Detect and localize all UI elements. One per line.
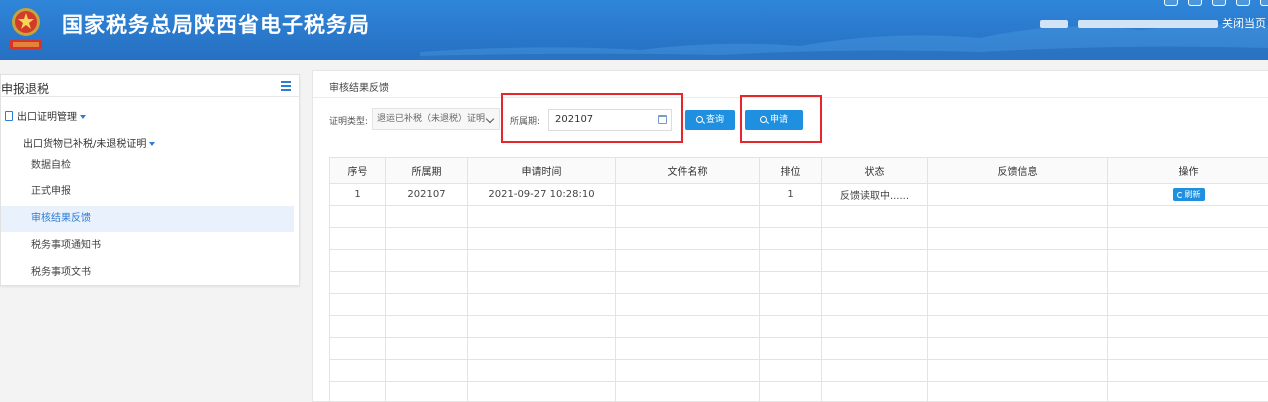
nav-subgroup-label: 出口货物已补税/未退税证明 (23, 139, 147, 150)
cert-type-value: 退运已补税（未退税）证明 (377, 114, 486, 124)
query-button[interactable]: 查询 (685, 110, 735, 130)
cell-status: 反馈读取中...... (821, 183, 928, 206)
sidebar-header: 申报退税 (1, 75, 299, 97)
search-icon (695, 116, 703, 123)
col-header-rank: 排位 (759, 157, 822, 184)
col-header-apply-time: 申请时间 (467, 157, 616, 184)
home-icon[interactable] (1164, 0, 1178, 6)
nav-group-export-cert[interactable]: 出口证明管理 (5, 108, 86, 123)
table-row-empty (329, 227, 1268, 250)
annotation-highlight-apply (740, 95, 822, 143)
cert-type-label: 证明类型: (329, 117, 369, 127)
nav-group-label: 出口证明管理 (17, 112, 77, 123)
table-row-empty (329, 359, 1268, 382)
menu-toggle-icon[interactable] (281, 81, 291, 91)
help-icon[interactable] (1236, 0, 1250, 6)
table-row-empty (329, 315, 1268, 338)
table-row-empty (329, 337, 1268, 360)
result-table: 序号 所属期 申请时间 文件名称 排位 状态 反馈信息 操作 1 202107 … (329, 157, 1268, 402)
tax-emblem-icon (10, 8, 42, 49)
sidebar-title: 申报退税 (1, 82, 50, 96)
refresh-button-label: 刷新 (1184, 190, 1201, 199)
table-row: 1 202107 2021-09-27 10:28:10 1 反馈读取中....… (329, 183, 1268, 206)
col-header-file-name: 文件名称 (615, 157, 760, 184)
settings-icon[interactable] (1260, 0, 1268, 6)
table-row-empty (329, 381, 1268, 402)
cell-period: 202107 (385, 183, 468, 206)
col-header-action: 操作 (1107, 157, 1268, 184)
cell-rank: 1 (759, 183, 822, 206)
table-row-empty (329, 293, 1268, 316)
refresh-icon (1176, 192, 1183, 198)
table-row-empty (329, 249, 1268, 272)
page-title: 审核结果反馈 (329, 83, 389, 94)
table-header-row: 序号 所属期 申请时间 文件名称 排位 状态 反馈信息 操作 (329, 157, 1268, 184)
caret-down-icon (80, 115, 86, 119)
cell-feedback (927, 183, 1108, 206)
nav-subgroup[interactable]: 出口货物已补税/未退税证明 (23, 135, 156, 150)
message-icon[interactable] (1188, 0, 1202, 6)
sidebar: 申报退税 出口证明管理 出口货物已补税/未退税证明 数据自检 正式申报 审核结果… (0, 74, 300, 286)
chevron-down-icon (485, 114, 495, 124)
refresh-button[interactable]: 刷新 (1172, 188, 1205, 201)
sidebar-item-data-check[interactable]: 数据自检 (1, 153, 294, 179)
annotation-highlight-period (501, 93, 683, 143)
notice-icon[interactable] (1212, 0, 1226, 6)
user-info-redacted (1040, 20, 1220, 30)
caret-down-icon (149, 142, 156, 146)
document-icon (5, 111, 13, 121)
sidebar-item-review-feedback[interactable]: 审核结果反馈 (1, 206, 294, 232)
sidebar-item-tax-notice[interactable]: 税务事项通知书 (1, 233, 294, 259)
top-banner: 国家税务总局陕西省电子税务局 关闭当页 (0, 0, 1268, 60)
table-row-empty (329, 271, 1268, 294)
cell-index: 1 (329, 183, 386, 206)
table-row-empty (329, 205, 1268, 228)
cell-apply-time: 2021-09-27 10:28:10 (467, 183, 616, 206)
site-title: 国家税务总局陕西省电子税务局 (62, 13, 370, 37)
col-header-status: 状态 (821, 157, 928, 184)
col-header-feedback: 反馈信息 (927, 157, 1108, 184)
cell-file-name (615, 183, 760, 206)
close-page-link[interactable]: 关闭当页 (1222, 15, 1266, 31)
mountain-backdrop (420, 24, 1268, 60)
query-button-label: 查询 (705, 115, 724, 125)
cell-action: 刷新 (1107, 183, 1268, 206)
sidebar-item-tax-documents[interactable]: 税务事项文书 (1, 260, 294, 286)
col-header-period: 所属期 (385, 157, 468, 184)
sidebar-item-formal-declaration[interactable]: 正式申报 (1, 179, 294, 205)
cert-type-select[interactable]: 退运已补税（未退税）证明 (372, 108, 500, 130)
col-header-index: 序号 (329, 157, 386, 184)
